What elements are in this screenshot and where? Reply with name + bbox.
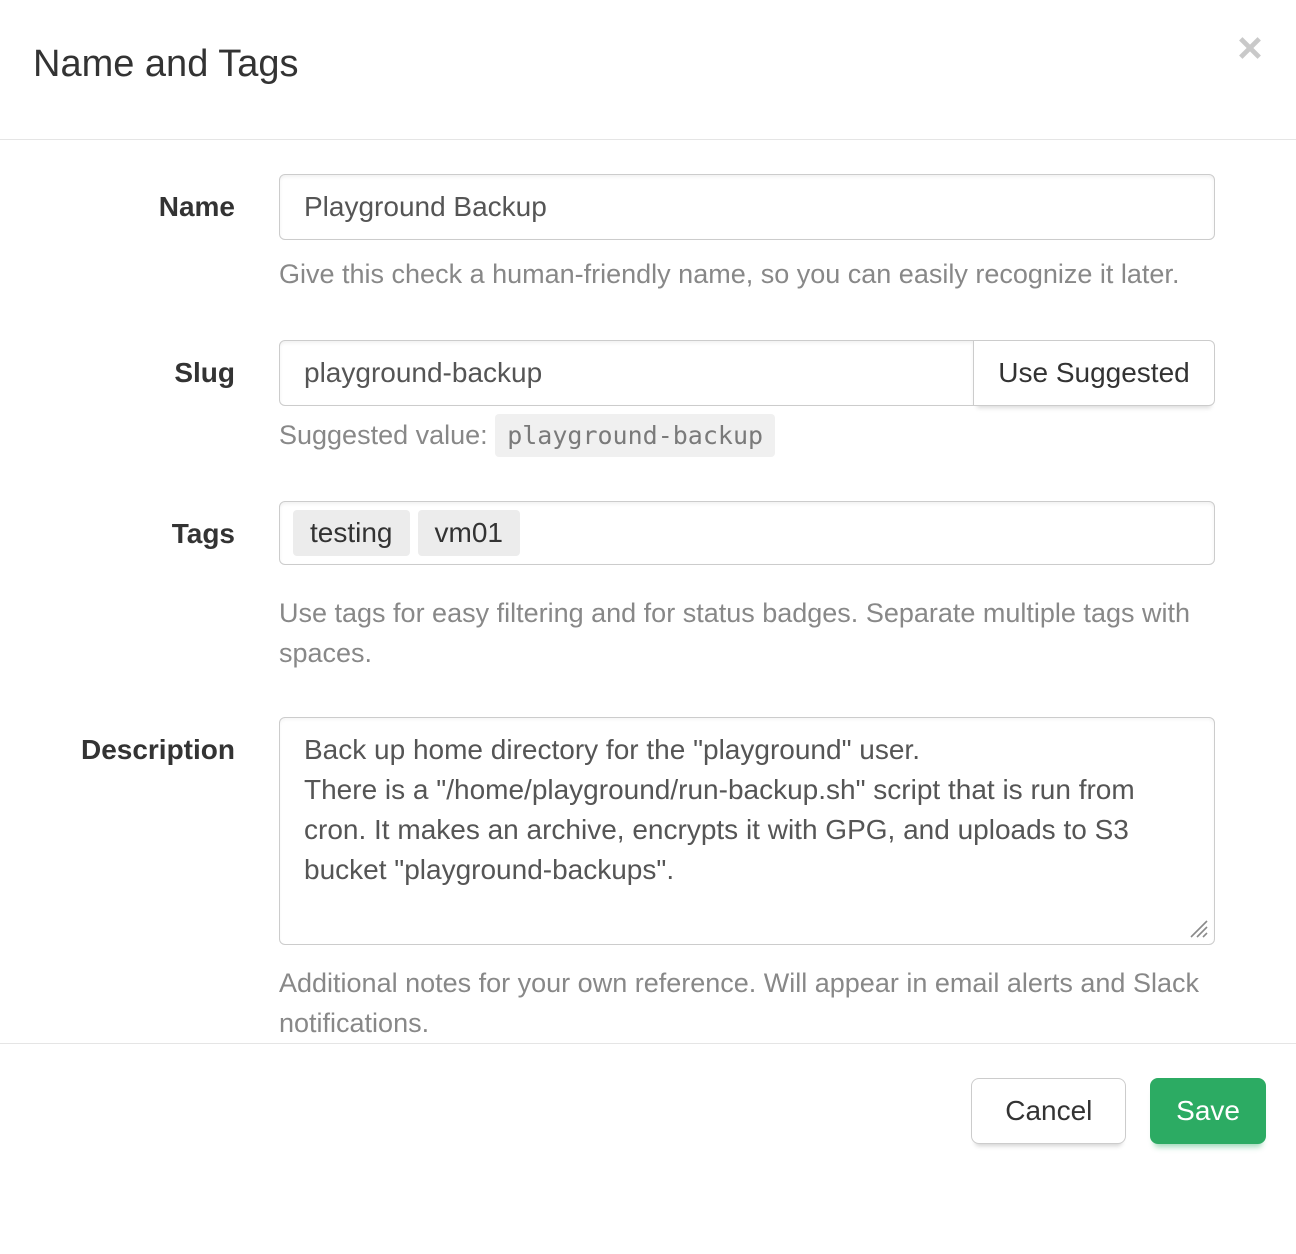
- dialog-body: Name Give this check a human-friendly na…: [0, 140, 1296, 1043]
- suggested-value-code: playground-backup: [495, 414, 775, 457]
- name-help-text: Give this check a human-friendly name, s…: [279, 256, 1215, 292]
- name-input[interactable]: [279, 174, 1215, 240]
- tags-field-row: Tags testing vm01 Use tags for easy filt…: [33, 501, 1215, 673]
- use-suggested-button[interactable]: Use Suggested: [973, 340, 1215, 406]
- name-field-row: Name Give this check a human-friendly na…: [33, 174, 1215, 292]
- tag-chip-testing[interactable]: testing: [293, 510, 410, 556]
- description-textarea[interactable]: Back up home directory for the "playgrou…: [279, 717, 1215, 945]
- dialog-title: Name and Tags: [33, 42, 1263, 86]
- save-button[interactable]: Save: [1150, 1078, 1266, 1144]
- close-button[interactable]: [1232, 30, 1268, 66]
- name-and-tags-dialog: Name and Tags Name Give this check a hum…: [0, 0, 1296, 1144]
- suggested-value-label: Suggested value:: [279, 420, 488, 450]
- slug-input-group: Use Suggested: [279, 340, 1215, 406]
- slug-input[interactable]: [279, 340, 974, 406]
- slug-field-row: Slug Use Suggested Suggested value: play…: [33, 340, 1215, 451]
- name-label: Name: [33, 174, 279, 292]
- cancel-button[interactable]: Cancel: [971, 1078, 1126, 1144]
- description-help-text: Additional notes for your own reference.…: [279, 963, 1215, 1043]
- tags-input[interactable]: testing vm01: [279, 501, 1215, 565]
- slug-label: Slug: [33, 340, 279, 451]
- textarea-resize-handle[interactable]: [1187, 917, 1209, 939]
- close-icon: [1237, 49, 1263, 64]
- description-label: Description: [33, 717, 279, 1043]
- tags-label: Tags: [33, 501, 279, 673]
- description-field-row: Description Back up home directory for t…: [33, 717, 1215, 1043]
- tags-help-text: Use tags for easy filtering and for stat…: [279, 593, 1215, 673]
- suggested-value-line: Suggested value: playground-backup: [279, 420, 1215, 451]
- dialog-header: Name and Tags: [0, 0, 1296, 140]
- dialog-footer: Cancel Save: [0, 1043, 1296, 1144]
- tag-chip-vm01[interactable]: vm01: [418, 510, 520, 556]
